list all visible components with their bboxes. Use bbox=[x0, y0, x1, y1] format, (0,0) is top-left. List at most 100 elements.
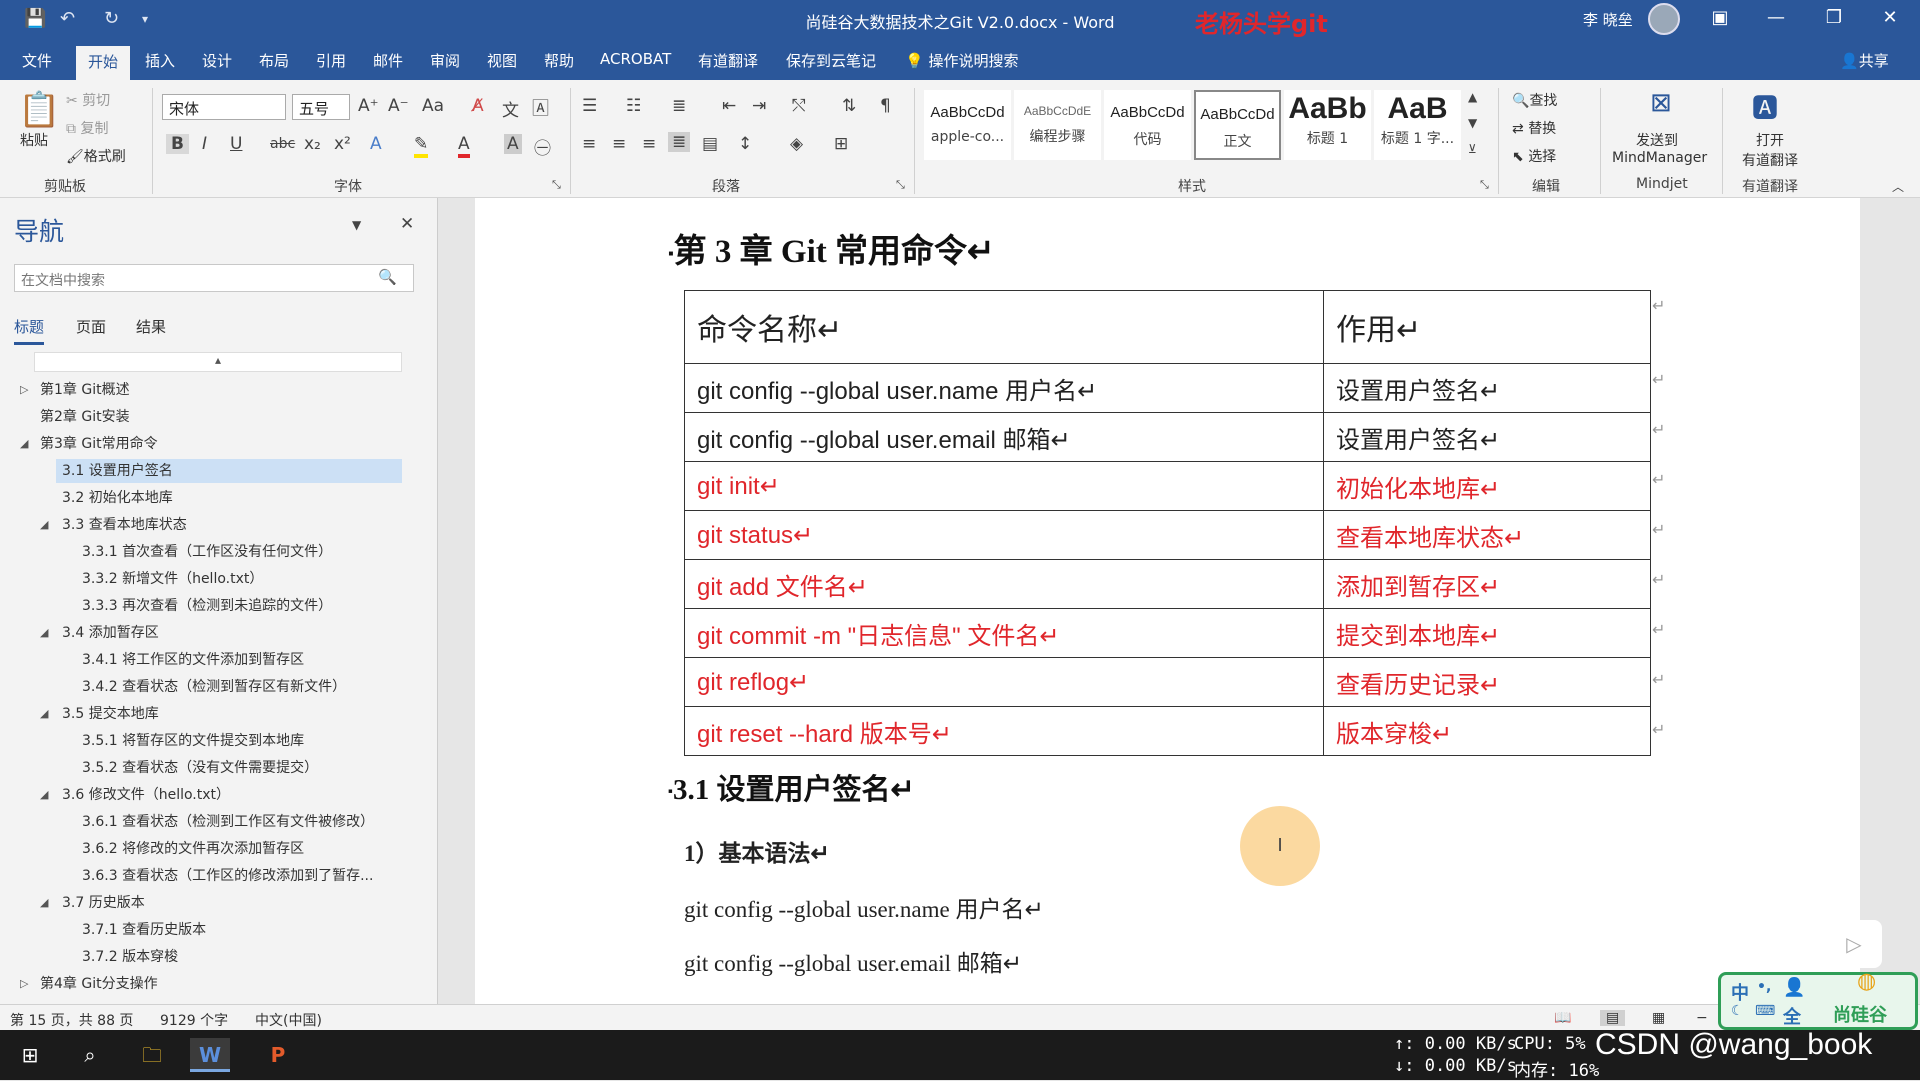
nav-item[interactable]: 第1章 Git概述 bbox=[40, 378, 130, 402]
tab-help[interactable]: 帮助 bbox=[544, 50, 574, 71]
section-heading[interactable]: ▪3.1 设置用户签名↵ bbox=[668, 766, 915, 808]
underline-icon[interactable]: U bbox=[230, 134, 242, 154]
copy-button[interactable]: ⧉ 复制 bbox=[66, 118, 108, 138]
collapse-ribbon-icon[interactable]: ︿ bbox=[1892, 178, 1904, 195]
change-case-icon[interactable]: Aa bbox=[422, 96, 444, 116]
file-explorer-icon[interactable]: 🗀 bbox=[132, 1038, 172, 1072]
style-normal[interactable]: AaBbCcDd 正文 bbox=[1194, 90, 1281, 160]
nav-item[interactable]: 3.7.1 查看历史版本 bbox=[82, 918, 206, 942]
ime-mode[interactable]: 中 bbox=[1731, 979, 1749, 1005]
chapter-heading[interactable]: ▪第 3 章 Git 常用命令↵ bbox=[668, 224, 995, 272]
styles-scroll-down-icon[interactable]: ▼ bbox=[1468, 116, 1477, 130]
nav-item[interactable]: 第4章 Git分支操作 bbox=[40, 972, 158, 992]
font-color-icon[interactable]: A bbox=[458, 134, 470, 158]
punctuation-icon[interactable]: •, bbox=[1757, 979, 1771, 995]
bullets-icon[interactable]: ☰ bbox=[582, 96, 597, 116]
zoom-out-icon[interactable]: − bbox=[1696, 1010, 1708, 1026]
youdao-translate-label[interactable]: 有道翻译 bbox=[1742, 150, 1798, 170]
read-mode-icon[interactable]: 📖 bbox=[1554, 1010, 1571, 1026]
font-dialog-launcher-icon[interactable]: ⤡ bbox=[552, 178, 561, 192]
tab-layout[interactable]: 布局 bbox=[259, 50, 289, 71]
nav-item[interactable]: 3.3.2 新增文件（hello.txt） bbox=[82, 567, 263, 591]
line-spacing-icon[interactable]: ↕ bbox=[738, 134, 752, 154]
tab-file[interactable]: 文件 bbox=[22, 50, 52, 71]
print-layout-icon[interactable]: ▤ bbox=[1600, 1010, 1626, 1026]
avatar[interactable] bbox=[1648, 3, 1680, 35]
nav-item[interactable]: 3.3.1 首次查看（工作区没有任何文件） bbox=[82, 540, 332, 564]
collapse-icon[interactable]: ◢ bbox=[40, 626, 48, 639]
subscript-icon[interactable]: x₂ bbox=[304, 134, 321, 154]
close-button[interactable]: ✕ bbox=[1870, 7, 1910, 28]
moon-icon[interactable]: ☾ bbox=[1731, 1003, 1744, 1019]
style-code[interactable]: AaBbCcDd 代码 bbox=[1104, 90, 1191, 160]
style-apple-code[interactable]: AaBbCcDd apple-co... bbox=[924, 90, 1011, 160]
tab-youdao[interactable]: 有道翻译 bbox=[698, 50, 758, 71]
commands-table[interactable]: 命令名称↵ 作用↵ git config --global user.name … bbox=[684, 290, 1651, 756]
user-name[interactable]: 李 晓垒 bbox=[1583, 9, 1633, 30]
nav-item[interactable]: 3.7 历史版本 bbox=[62, 891, 145, 915]
shrink-font-icon[interactable]: A⁻ bbox=[388, 96, 409, 116]
expand-icon[interactable]: ▷ bbox=[20, 977, 28, 990]
align-right-icon[interactable]: ≡ bbox=[642, 134, 656, 154]
multilevel-list-icon[interactable]: ≣ bbox=[672, 96, 686, 116]
char-border-icon[interactable]: 🄰 bbox=[532, 94, 549, 119]
search-icon[interactable]: 🔍 bbox=[378, 268, 397, 286]
tab-mailings[interactable]: 邮件 bbox=[373, 50, 403, 71]
align-center-icon[interactable]: ≡ bbox=[612, 134, 626, 154]
grow-font-icon[interactable]: A⁺ bbox=[358, 96, 379, 116]
tab-design[interactable]: 设计 bbox=[202, 50, 232, 71]
windows-start-icon[interactable]: ⊞ bbox=[10, 1038, 50, 1072]
web-layout-icon[interactable]: ▦ bbox=[1652, 1010, 1665, 1026]
paste-icon[interactable]: 📋 bbox=[18, 90, 60, 130]
nav-close-icon[interactable]: ✕ bbox=[400, 214, 414, 234]
nav-scroll-top-button[interactable]: ▴ bbox=[34, 352, 402, 372]
decrease-indent-icon[interactable]: ⇤ bbox=[722, 96, 736, 116]
mindmanager-label[interactable]: MindManager bbox=[1612, 150, 1707, 166]
tab-review[interactable]: 审阅 bbox=[430, 50, 460, 71]
show-marks-icon[interactable]: ¶ bbox=[880, 96, 891, 116]
page-count[interactable]: 第 15 页，共 88 页 bbox=[10, 1010, 133, 1030]
styles-dialog-launcher-icon[interactable]: ⤡ bbox=[1480, 178, 1489, 192]
nav-item[interactable]: 3.5.2 查看状态（没有文件需要提交） bbox=[82, 756, 318, 780]
paste-button[interactable]: 粘贴 bbox=[20, 130, 48, 150]
nav-tab-headings[interactable]: 标题 bbox=[14, 316, 45, 345]
expand-icon[interactable]: ▷ bbox=[20, 383, 28, 396]
nav-item[interactable]: 第2章 Git安装 bbox=[40, 405, 130, 429]
user-icon[interactable]: 👤 bbox=[1783, 977, 1805, 998]
nav-item[interactable]: 3.3.3 再次查看（检测到未追踪的文件） bbox=[82, 594, 332, 618]
clear-format-icon[interactable]: A̸ bbox=[472, 96, 484, 116]
translate-icon[interactable]: 🅰 bbox=[1752, 88, 1778, 125]
strikethrough-icon[interactable]: abc bbox=[270, 136, 295, 152]
tab-insert[interactable]: 插入 bbox=[145, 50, 175, 71]
word-app-icon[interactable]: W bbox=[190, 1038, 230, 1072]
collapse-icon[interactable]: ◢ bbox=[40, 896, 48, 909]
distributed-icon[interactable]: ▤ bbox=[702, 134, 718, 154]
styles-scroll-up-icon[interactable]: ▲ bbox=[1468, 90, 1477, 104]
nav-item[interactable]: 3.7.2 版本穿梭 bbox=[82, 945, 178, 969]
nav-item[interactable]: 3.6 修改文件（hello.txt） bbox=[62, 783, 230, 807]
style-heading1-char[interactable]: AaB 标题 1 字... bbox=[1374, 90, 1461, 160]
align-left-icon[interactable]: ≡ bbox=[582, 134, 596, 154]
justify-icon[interactable]: ≣ bbox=[668, 132, 691, 152]
bold-icon[interactable]: B bbox=[166, 134, 189, 154]
char-shading-icon[interactable]: A bbox=[504, 134, 522, 154]
tab-acrobat[interactable]: ACROBAT bbox=[600, 50, 671, 68]
play-icon[interactable]: ▷ bbox=[1826, 920, 1882, 968]
styles-more-icon[interactable]: ⊻ bbox=[1468, 142, 1477, 156]
format-painter-button[interactable]: 🖌格式刷 bbox=[66, 146, 126, 166]
send-to-label[interactable]: 发送到 bbox=[1636, 130, 1678, 150]
keyboard-icon[interactable]: ⌨ bbox=[1755, 1003, 1775, 1019]
tab-references[interactable]: 引用 bbox=[316, 50, 346, 71]
search-icon[interactable]: ⌕ bbox=[70, 1038, 110, 1072]
phonetic-icon[interactable]: 文 bbox=[502, 96, 519, 121]
nav-item[interactable]: 3.6.2 将修改的文件再次添加暂存区 bbox=[82, 837, 304, 861]
paragraph-syntax[interactable]: 1）基本语法↵ bbox=[684, 834, 830, 868]
nav-item[interactable]: 3.4.2 查看状态（检测到暂存区有新文件） bbox=[82, 675, 346, 699]
share-button[interactable]: 👤共享 bbox=[1840, 50, 1889, 71]
tell-me-search[interactable]: 💡 操作说明搜索 bbox=[905, 50, 1018, 71]
nav-item[interactable]: 3.6.1 查看状态（检测到工作区有文件被修改） bbox=[82, 810, 374, 834]
collapse-icon[interactable]: ◢ bbox=[20, 437, 28, 450]
font-name-combo[interactable]: 宋体 bbox=[162, 94, 286, 120]
text-direction-icon[interactable]: ⤲ bbox=[792, 96, 806, 116]
nav-item-selected[interactable]: 3.1 设置用户签名 bbox=[56, 459, 402, 483]
